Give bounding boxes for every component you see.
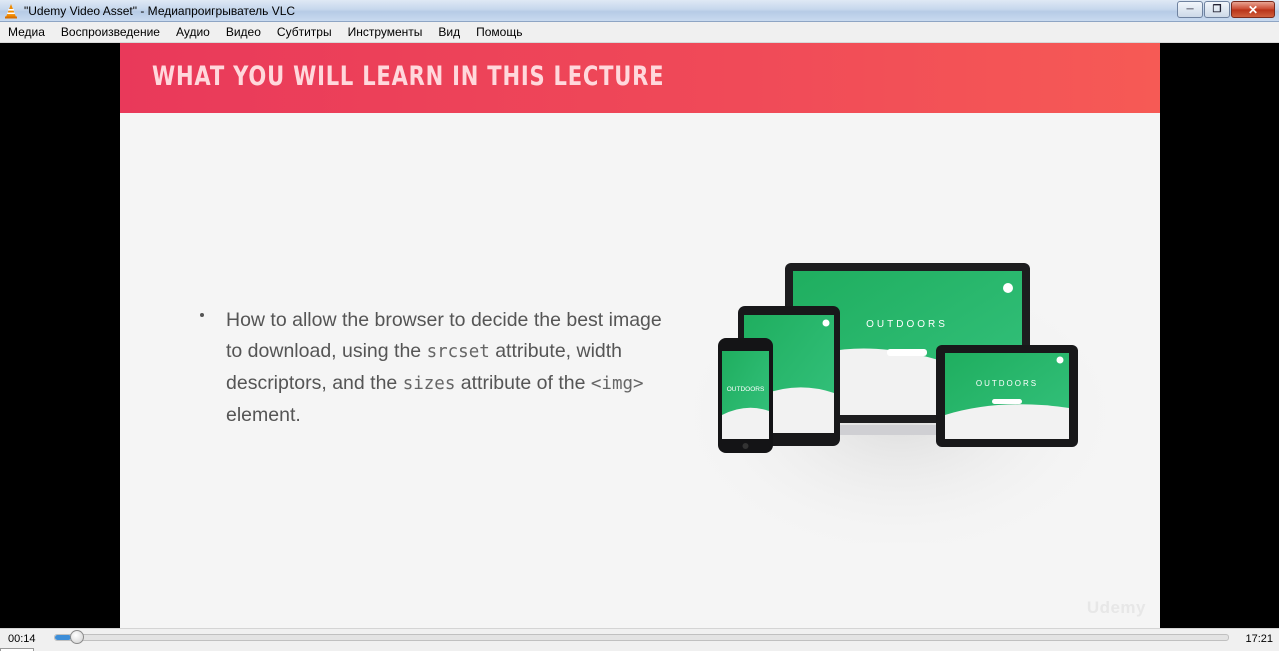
code-srcset: srcset [426,342,490,362]
minimize-button[interactable]: ─ [1177,1,1203,18]
menu-media[interactable]: Медиа [0,25,53,39]
code-sizes: sizes [402,374,456,394]
responsive-devices-illustration: OUTDOORS OUTDOORS OUTDOORS [680,263,1120,543]
menu-playback[interactable]: Воспроизведение [53,25,168,39]
close-icon: ✕ [1247,2,1259,17]
menu-tools[interactable]: Инструменты [340,25,431,39]
slide-title: WHAT YOU WILL LEARN IN THIS LECTURE [152,61,665,92]
minimize-icon: ─ [1186,4,1194,15]
menu-subtitles[interactable]: Субтитры [269,25,340,39]
tablet-landscape-device: OUTDOORS [936,345,1078,447]
restore-button[interactable]: ❐ [1204,1,1230,18]
bullet-text-part: attribute of the [455,372,591,394]
laptop-brand-text: OUTDOORS [866,319,948,330]
bullet-text: How to allow the browser to decide the b… [226,305,666,431]
vlc-cone-icon [3,3,19,19]
playback-controls: 00:14 17:21 [0,628,1279,651]
lecture-slide: WHAT YOU WILL LEARN IN THIS LECTURE How … [120,43,1160,628]
window-title: "Udemy Video Asset" - Медиапроигрыватель… [24,3,296,18]
seek-bar[interactable] [54,630,1229,644]
menu-audio[interactable]: Аудио [168,25,218,39]
menu-view[interactable]: Вид [430,25,468,39]
menu-bar: Медиа Воспроизведение Аудио Видео Субтит… [0,22,1279,43]
bullet-dot [200,313,204,317]
title-bar: "Udemy Video Asset" - Медиапроигрыватель… [0,0,1279,22]
udemy-watermark: Udemy [1086,598,1146,617]
close-button[interactable]: ✕ [1231,1,1275,18]
seek-progress [55,635,71,640]
video-display[interactable]: WHAT YOU WILL LEARN IN THIS LECTURE How … [0,43,1279,628]
total-time: 17:21 [1245,633,1273,645]
slide-header: WHAT YOU WILL LEARN IN THIS LECTURE [120,43,1160,113]
current-time: 00:14 [8,633,36,645]
phone-device: OUTDOORS [718,338,773,453]
restore-icon: ❐ [1212,4,1222,15]
bullet-text-part: element. [226,404,301,426]
menu-help[interactable]: Помощь [468,25,530,39]
code-img: <img> [590,374,644,394]
phone-brand-text: OUTDOORS [727,386,765,393]
menu-video[interactable]: Видео [218,25,269,39]
seek-handle[interactable] [69,630,84,644]
tablet-brand-text: OUTDOORS [976,379,1038,388]
window-controls: ─ ❐ ✕ [1177,1,1275,18]
